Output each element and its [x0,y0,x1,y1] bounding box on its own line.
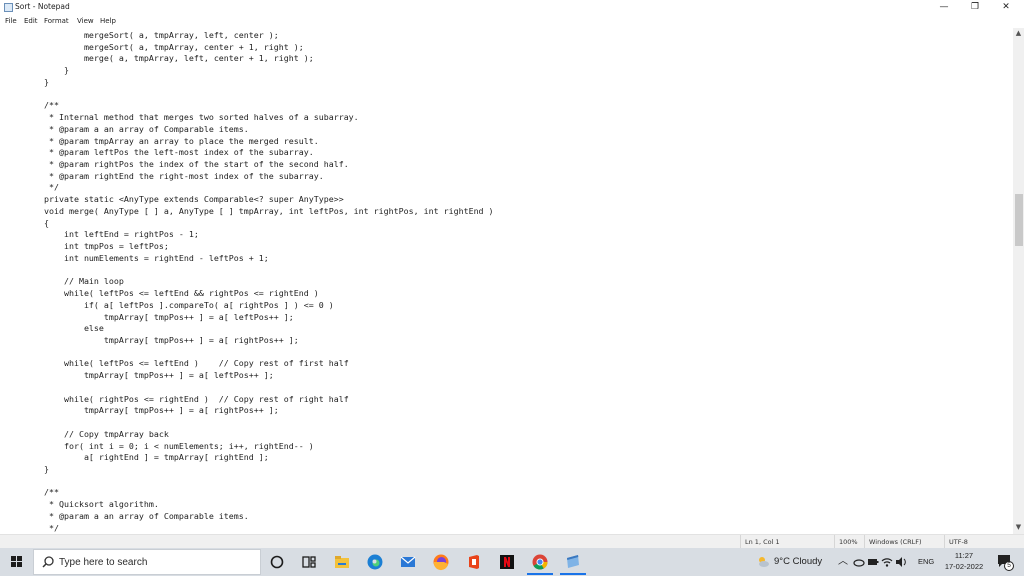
windows-logo-icon [11,556,16,561]
taskbar-search-box[interactable]: Type here to search [33,549,261,575]
code-line: int tmpPos = leftPos; [24,241,169,252]
code-line: int numElements = rightEnd - leftPos + 1… [24,252,269,263]
notepad-icon [4,3,13,12]
search-placeholder: Type here to search [59,557,148,568]
chevron-up-icon[interactable]: ︿ [838,548,848,576]
menu-bar: File Edit Format View Help [0,15,1024,28]
code-line: // Main loop [24,276,124,287]
edge-icon[interactable] [365,552,385,572]
code-line: tmpArray[ tmpPos++ ] = a[ rightPos++ ]; [24,334,299,345]
code-line: mergeSort( a, tmpArray, center + 1, righ… [24,41,304,52]
vertical-scrollbar[interactable]: ▲ ▼ [1013,28,1024,534]
close-button[interactable]: ✕ [990,0,1022,15]
minimize-button[interactable]: — [928,0,960,15]
status-bar: Ln 1, Col 1 100% Windows (CRLF) UTF-8 [0,534,1024,549]
weather-text[interactable]: 9°C Cloudy [774,548,822,576]
line-ending: Windows (CRLF) [864,535,944,549]
start-button[interactable] [0,548,32,576]
code-line: mergeSort( a, tmpArray, left, center ); [24,30,279,40]
battery-icon[interactable] [867,552,879,572]
cursor-position: Ln 1, Col 1 [740,535,834,549]
menu-edit[interactable]: Edit [24,16,38,27]
code-line: for( int i = 0; i < numElements; i++, ri… [24,440,314,451]
code-line: * @param leftPos the left-most index of … [24,147,314,158]
scroll-down-arrow-icon[interactable]: ▼ [1013,522,1024,533]
code-line: a[ rightEnd ] = tmpArray[ rightEnd ]; [24,452,269,463]
scroll-up-arrow-icon[interactable]: ▲ [1013,28,1024,39]
clock[interactable]: 11:27 17-02-2022 [940,550,988,574]
netflix-icon[interactable] [497,552,517,572]
mail-icon[interactable] [398,552,418,572]
onedrive-icon[interactable] [853,552,865,572]
notification-center-button[interactable]: 5 [996,553,1014,571]
code-line: /** [24,487,59,498]
scrollbar-thumb[interactable] [1015,194,1023,246]
code-line: * Internal method that merges two sorted… [24,112,359,123]
notification-badge: 5 [1004,561,1014,571]
menu-view[interactable]: View [77,16,94,27]
code-line: else [24,323,104,334]
code-line: // Copy tmpArray back [24,428,169,439]
clock-date: 17-02-2022 [944,562,984,571]
code-line: */ [24,182,59,193]
code-line: { [24,217,49,228]
code-line: tmpArray[ tmpPos++ ] = a[ leftPos++ ]; [24,311,294,322]
menu-help[interactable]: Help [100,16,116,27]
code-line: if( a[ leftPos ].compareTo( a[ rightPos … [24,299,334,310]
code-line: * Quicksort algorithm. [24,499,159,510]
menu-file[interactable]: File [5,16,17,27]
code-line: * @param a an array of Comparable items. [24,510,249,521]
code-line: } [24,464,49,474]
code-line: while( leftPos <= leftEnd ) // Copy rest… [24,358,349,369]
code-line: tmpArray[ tmpPos++ ] = a[ leftPos++ ]; [24,370,274,381]
firefox-icon[interactable] [431,552,451,572]
text-editor[interactable]: mergeSort( a, tmpArray, left, center ); … [0,28,1013,534]
code-line: * @param rightPos the index of the start… [24,159,349,170]
code-line: private static <AnyType extends Comparab… [24,194,344,205]
encoding: UTF-8 [944,535,1024,549]
notepad-active-indicator [560,573,586,575]
volume-icon[interactable] [895,552,907,572]
zoom-level: 100% [834,535,864,549]
search-icon [42,556,54,568]
maximize-button[interactable]: ❐ [959,0,991,15]
wifi-icon[interactable] [881,552,893,572]
notepad-icon[interactable] [563,552,583,572]
title-bar: Sort - Notepad — ❐ ✕ [0,0,1024,15]
menu-format[interactable]: Format [44,16,69,27]
weather-cloudy-icon [759,557,769,567]
cortana-icon[interactable] [267,552,287,572]
code-line: tmpArray[ tmpPos++ ] = a[ rightPos++ ]; [24,405,279,416]
code-line: * @param a an array of Comparable items. [24,123,249,134]
chrome-active-indicator [527,573,553,575]
window-title: Sort - Notepad [15,2,70,11]
code-line: * @param rightEnd the right-most index o… [24,170,324,181]
code-line: } [24,65,69,76]
code-line: while( rightPos <= rightEnd ) // Copy re… [24,393,349,404]
code-line: * @param tmpArray an array to place the … [24,135,319,146]
task-view-icon[interactable] [299,552,319,572]
code-line: while( leftPos <= leftEnd && rightPos <=… [24,288,319,299]
code-line: int leftEnd = rightPos - 1; [24,229,199,240]
language-indicator[interactable]: ENG [918,548,934,576]
office-icon[interactable] [464,552,484,572]
clock-time: 11:27 [954,551,974,560]
file-explorer-icon[interactable] [332,552,352,572]
code-line: } [24,76,49,87]
code-line: */ [24,522,59,533]
taskbar: Type here to search 9°C Cloudy ︿ ENG 11:… [0,548,1024,576]
code-line: merge( a, tmpArray, left, center + 1, ri… [24,53,314,64]
code-line: /** [24,100,59,111]
chrome-icon[interactable] [530,552,550,572]
code-line: void merge( AnyType [ ] a, AnyType [ ] t… [24,205,494,216]
